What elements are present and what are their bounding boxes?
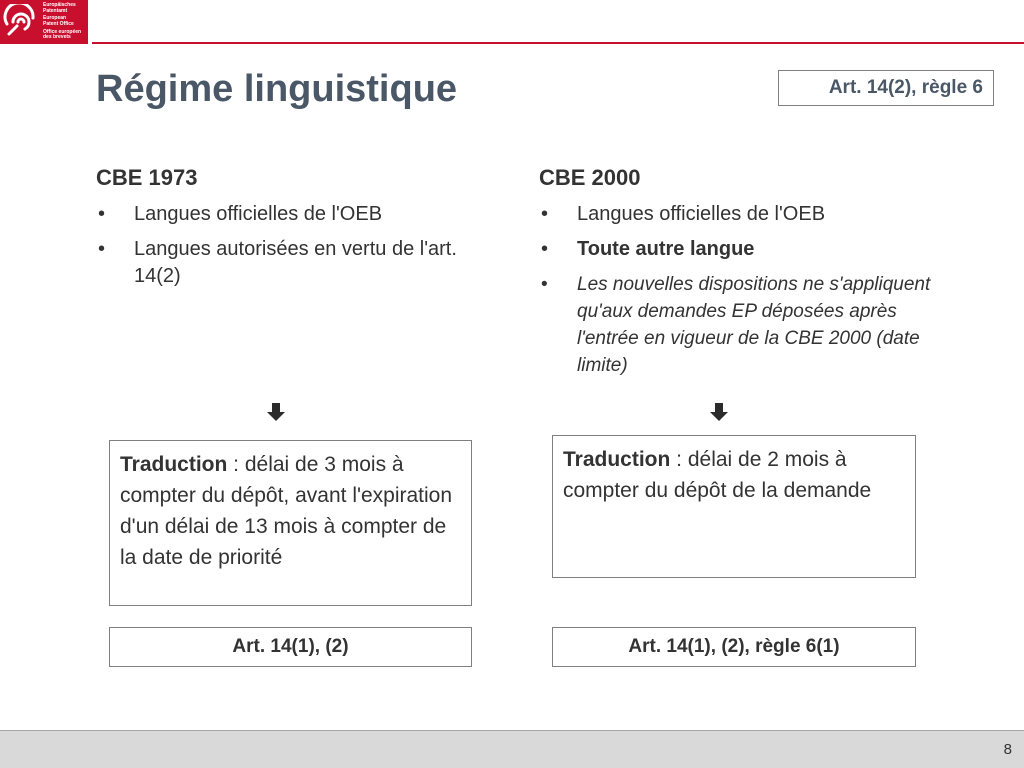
article-box-2000: Art. 14(1), (2), règle 6(1) [552,627,916,667]
bullet-dot: • [98,203,106,225]
down-arrow-icon [710,403,728,421]
bullet-text: Langues officielles de l'OEB [577,203,826,225]
column-cbe-1973: CBE 1973 • Langues officielles de l'OEB … [96,165,496,298]
bullet-text: Toute autre langue [577,238,755,260]
page-title: Régime linguistique [96,68,458,110]
list-item: • Toute autre langue [539,236,939,263]
translation-label: Traduction [563,448,671,471]
bullet-dot: • [98,238,106,260]
translation-box-1973: Traduction : délai de 3 mois à compter d… [109,440,472,606]
epo-logo: Europäisches Patentamt European Patent O… [0,0,88,44]
article-box-1973: Art. 14(1), (2) [109,627,472,667]
list-item: • Langues officielles de l'OEB [96,201,496,228]
epo-spiral-logo-icon [3,4,35,36]
bullet-dot: • [541,274,548,295]
bullet-list: • Langues officielles de l'OEB • Langues… [96,201,496,290]
bullet-list: • Langues officielles de l'OEB • Toute a… [539,201,939,379]
translation-label: Traduction [120,453,228,476]
bullet-text: Langues officielles de l'OEB [134,203,383,225]
column-heading: CBE 2000 [539,165,641,190]
bullet-dot: • [541,203,549,225]
bullet-text: Les nouvelles dispositions ne s'applique… [577,274,931,376]
page-number: 8 [1003,741,1012,758]
bullet-text: Langues autorisées en vertu de l'art. 14… [134,238,457,287]
logo-wordmark: Europäisches Patentamt European Patent O… [43,3,81,41]
list-item: • Les nouvelles dispositions ne s'appliq… [539,271,939,379]
footer-bar: 8 [0,730,1024,768]
translation-box-2000: Traduction : délai de 2 mois à compter d… [552,435,916,578]
logo-line: des brevets [43,34,71,41]
bullet-dot: • [541,238,549,260]
down-arrow-icon [267,403,285,421]
list-item: • Langues officielles de l'OEB [539,201,939,228]
header-divider [92,42,1024,44]
column-cbe-2000: CBE 2000 • Langues officielles de l'OEB … [539,165,959,387]
reference-box: Art. 14(2), règle 6 [778,70,994,106]
list-item: • Langues autorisées en vertu de l'art. … [96,236,496,290]
column-heading: CBE 1973 [96,165,198,190]
